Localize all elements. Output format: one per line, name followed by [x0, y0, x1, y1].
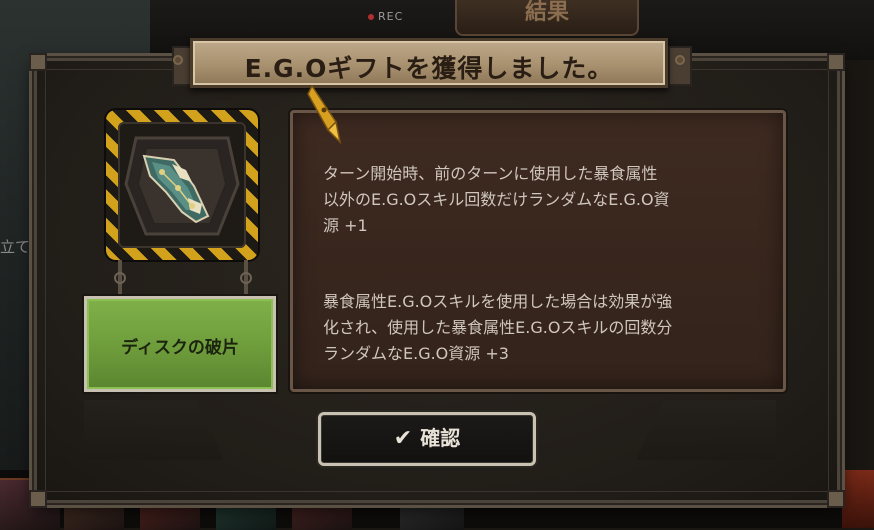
gift-icon-slot	[118, 122, 246, 248]
side-card	[842, 470, 874, 528]
disk-shard-icon	[124, 136, 240, 236]
confirm-label: 確認	[420, 426, 461, 450]
rec-dot-icon	[368, 14, 374, 20]
corner-bolt	[827, 53, 845, 71]
corner-bolt	[827, 490, 845, 508]
check-icon: ✔	[393, 426, 413, 451]
corner-bolt	[29, 490, 47, 508]
result-tab: 結果	[455, 0, 639, 36]
result-tab-label: 結果	[524, 0, 569, 25]
pen-nib-icon	[307, 84, 342, 145]
title-bracket-right	[668, 46, 692, 86]
rec-indicator: REC	[368, 10, 403, 23]
gift-name-plate: ディスクの破片	[84, 296, 276, 392]
background-partial-text: 立て	[0, 238, 31, 256]
gift-icon-frame	[106, 110, 258, 260]
bolt-icon	[675, 55, 685, 65]
description-paragraph-1: ターン開始時、前のターンに使用した暴食属性 以外のE.G.Oスキル回数だけランダ…	[323, 164, 670, 235]
confirm-button[interactable]: ✔ 確認	[318, 412, 536, 466]
bolt-icon	[173, 55, 183, 65]
chain-ring	[114, 272, 126, 284]
corner-bolt	[29, 53, 47, 71]
dialog-title: E.G.Oギフトを獲得しました。	[244, 54, 614, 83]
chain-ring	[240, 272, 252, 284]
gift-description-box: ターン開始時、前のターンに使用した暴食属性 以外のE.G.Oスキル回数だけランダ…	[290, 110, 786, 392]
dialog-title-plate: E.G.Oギフトを獲得しました。	[173, 38, 685, 88]
gift-name: ディスクの破片	[121, 338, 239, 358]
gift-description: ターン開始時、前のターンに使用した暴食属性 以外のE.G.Oスキル回数だけランダ…	[323, 135, 763, 393]
description-paragraph-2: 暴食属性E.G.Oスキルを使用した場合は効果が強 化され、使用した暴食属性E.G…	[323, 292, 673, 363]
rec-label: REC	[378, 10, 404, 23]
